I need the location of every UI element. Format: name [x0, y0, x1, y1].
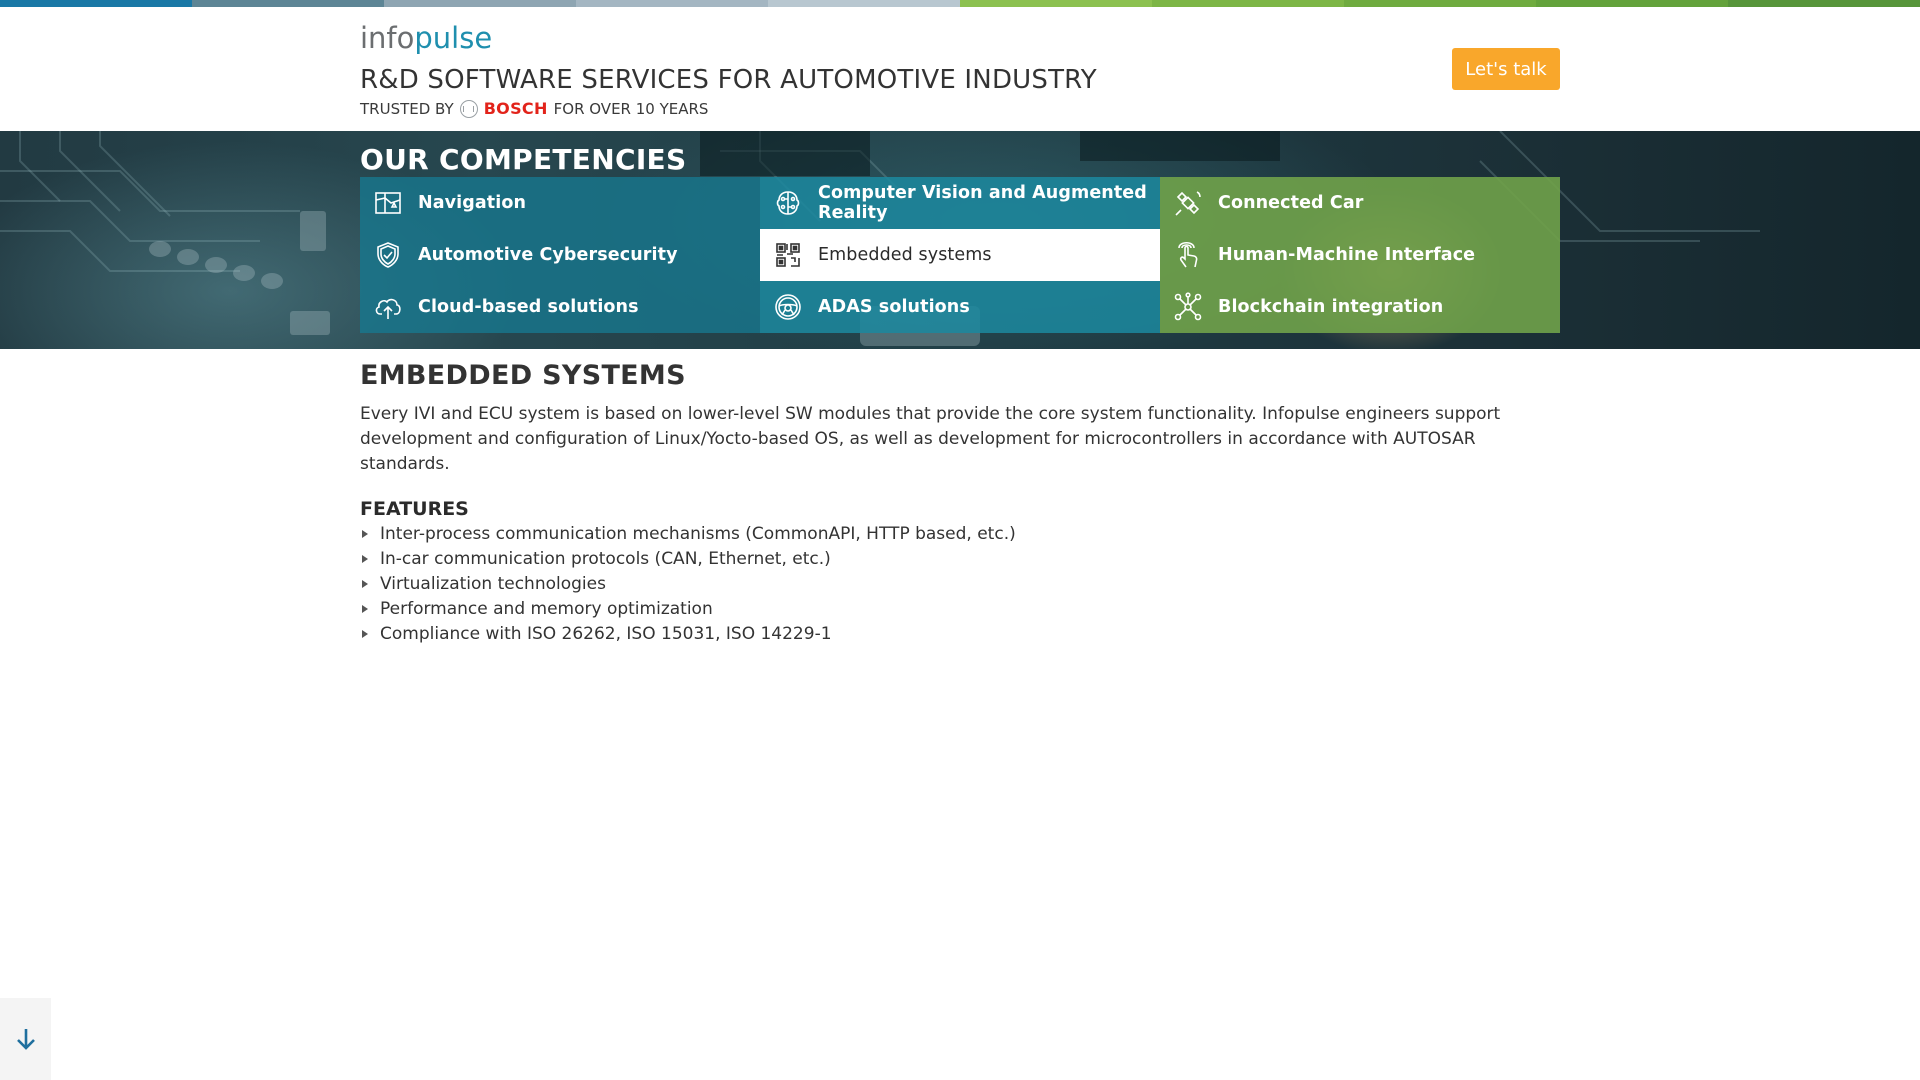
competency-tile-cloud[interactable]: Cloud-based solutions	[360, 281, 760, 333]
competency-label: Human-Machine Interface	[1218, 245, 1476, 265]
page-header: infopulse R&D SOFTWARE SERVICES FOR AUTO…	[360, 22, 1560, 122]
top-stripe	[192, 0, 384, 7]
detail-title: EMBEDDED SYSTEMS	[360, 360, 686, 391]
top-stripe	[1152, 0, 1344, 7]
top-stripe	[576, 0, 768, 7]
shield-check-icon	[372, 239, 404, 271]
feature-item: Inter-process communication mechanisms (…	[360, 522, 1560, 547]
satellite-icon	[1172, 187, 1204, 219]
competency-label: Automotive Cybersecurity	[418, 245, 678, 265]
competency-tile-blockchain[interactable]: Blockchain integration	[1160, 281, 1560, 333]
competency-label: Cloud-based solutions	[418, 297, 639, 317]
competency-label: Computer Vision and Augmented Reality	[818, 183, 1147, 223]
top-stripe	[1344, 0, 1536, 7]
competency-tile-computer-vision[interactable]: Computer Vision and Augmented Reality	[760, 177, 1160, 229]
top-stripe	[384, 0, 576, 7]
competency-label: Connected Car	[1218, 193, 1364, 213]
features-title: FEATURES	[360, 498, 469, 520]
bosch-brand: BOSCH	[483, 99, 548, 118]
page-headline: R&D SOFTWARE SERVICES FOR AUTOMOTIVE IND…	[360, 65, 1097, 95]
competency-tile-hmi[interactable]: Human-Machine Interface	[1160, 229, 1560, 281]
competency-label: Navigation	[418, 193, 527, 213]
map-icon	[372, 187, 404, 219]
feature-item: Performance and memory optimization	[360, 597, 1560, 622]
competencies-grid: Navigation Computer Vision and Augmented…	[360, 177, 1560, 333]
steering-wheel-icon	[772, 291, 804, 323]
competency-tile-adas[interactable]: ADAS solutions	[760, 281, 1160, 333]
feature-item: Virtualization technologies	[360, 572, 1560, 597]
arrow-down-icon	[16, 1029, 35, 1050]
trusted-by-line: TRUSTED BY BOSCH FOR OVER 10 YEARS	[360, 100, 1560, 118]
infopulse-logo[interactable]: infopulse	[360, 22, 1560, 54]
feature-item: In-car communication protocols (CAN, Eth…	[360, 547, 1560, 572]
scroll-down-button[interactable]	[0, 998, 51, 1080]
top-stripe	[0, 0, 192, 7]
competency-label: Blockchain integration	[1218, 297, 1444, 317]
logo-text-pulse: pulse	[414, 21, 493, 55]
competency-tile-connected-car[interactable]: Connected Car	[1160, 177, 1560, 229]
competency-label: ADAS solutions	[818, 297, 970, 317]
top-stripe	[768, 0, 960, 7]
trusted-prefix: TRUSTED BY	[360, 100, 454, 118]
cloud-upload-icon	[372, 291, 404, 323]
touch-hand-icon	[1172, 239, 1204, 271]
detail-description: Every IVI and ECU system is based on low…	[360, 404, 1501, 474]
features-list: Inter-process communication mechanisms (…	[360, 522, 1560, 647]
competency-tile-navigation[interactable]: Navigation	[360, 177, 760, 229]
top-stripe	[1728, 0, 1920, 7]
top-stripe	[1536, 0, 1728, 7]
top-stripe	[960, 0, 1152, 7]
top-color-bar	[0, 0, 1920, 7]
competency-tile-cybersecurity[interactable]: Automotive Cybersecurity	[360, 229, 760, 281]
logo-text-info: info	[360, 21, 415, 55]
network-nodes-icon	[1172, 291, 1204, 323]
competencies-title: OUR COMPETENCIES	[360, 143, 687, 176]
bosch-logo-icon	[459, 100, 478, 118]
competencies-section: OUR COMPETENCIES Navigation Computer Vis…	[0, 131, 1920, 349]
competency-label: Embedded systems	[818, 245, 992, 265]
competency-tile-embedded-systems[interactable]: Embedded systems	[760, 229, 1160, 281]
brain-circuit-icon	[772, 187, 804, 219]
feature-item: Compliance with ISO 26262, ISO 15031, IS…	[360, 622, 1560, 647]
trusted-suffix: FOR OVER 10 YEARS	[553, 100, 709, 118]
qr-code-icon	[772, 239, 804, 271]
competency-detail: EMBEDDED SYSTEMS Every IVI and ECU syste…	[360, 360, 1560, 647]
lets-talk-button[interactable]: Let's talk	[1452, 48, 1560, 90]
